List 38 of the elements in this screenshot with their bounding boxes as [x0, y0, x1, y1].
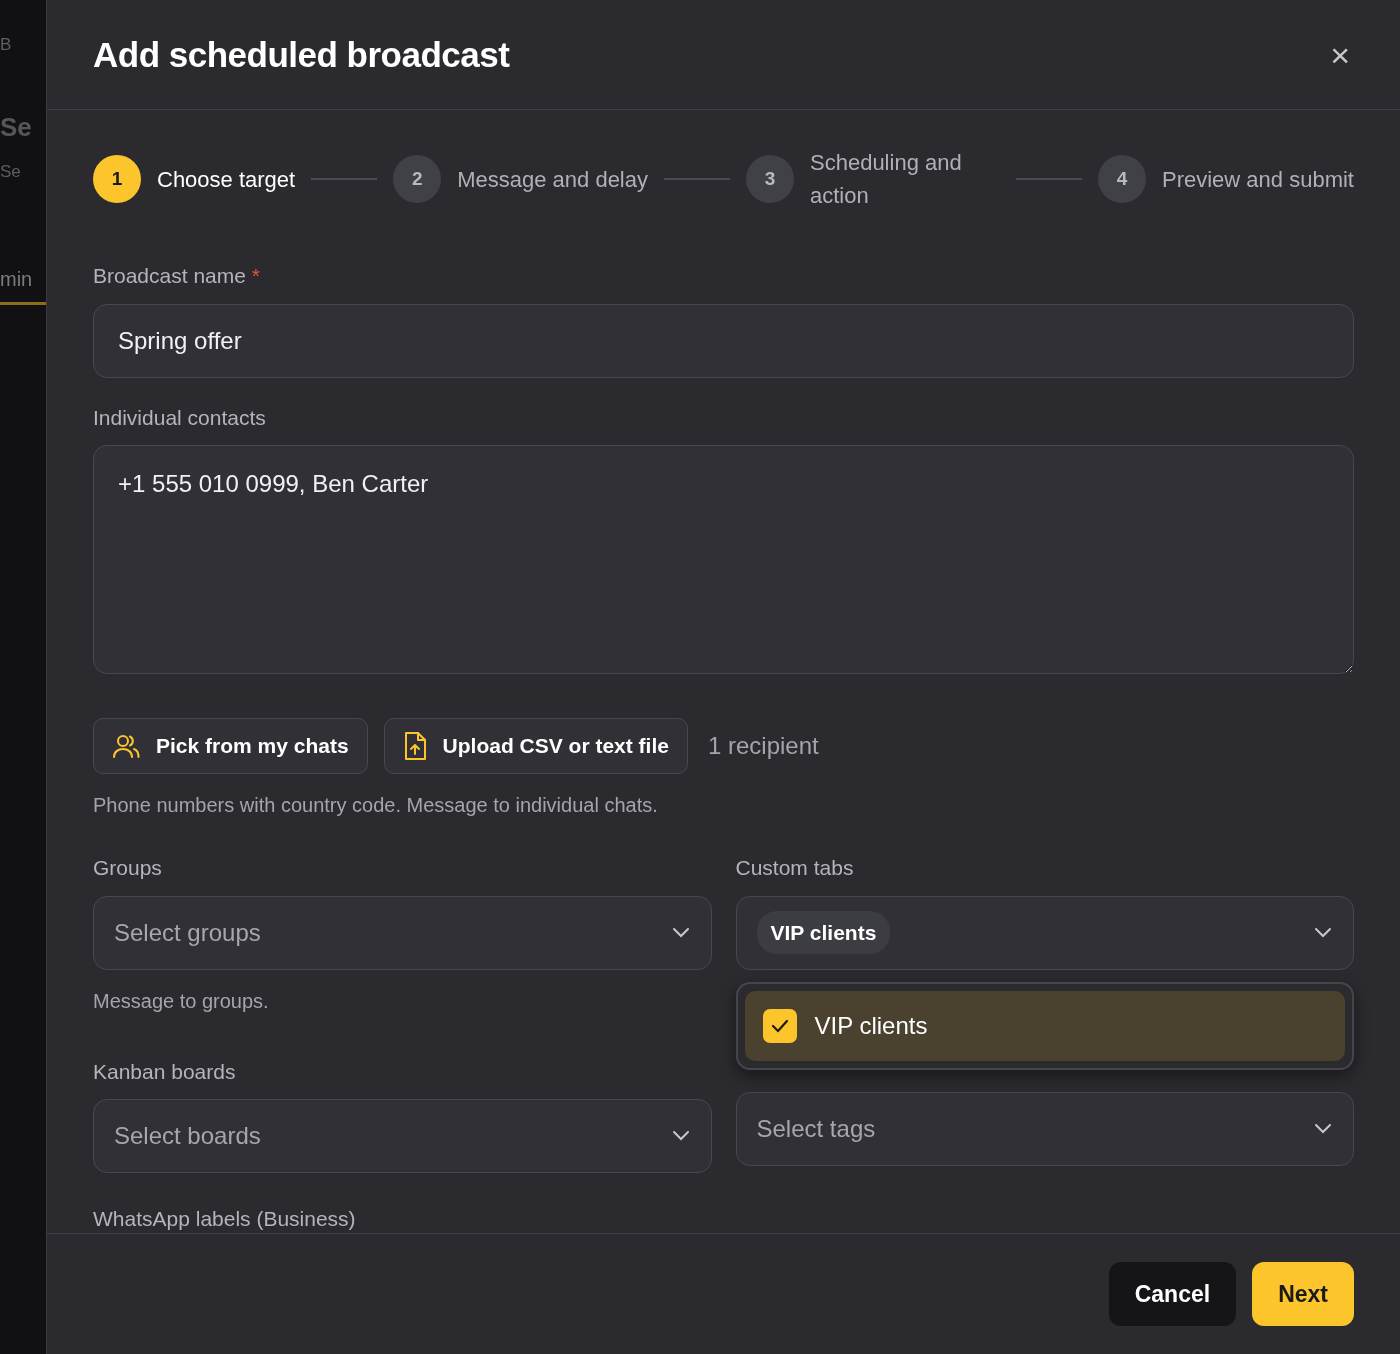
custom-tabs-select[interactable]: VIP clients — [735, 895, 1354, 970]
field-label: Custom tabs — [735, 855, 855, 881]
background-text: Se — [0, 110, 33, 144]
recipient-count: 1 recipient — [707, 731, 819, 761]
field-label: Broadcast name * — [93, 263, 261, 289]
help-text: Phone numbers with country code. Message to individual chats. — [93, 793, 659, 818]
tags-select[interactable]: Select tags — [735, 1091, 1354, 1166]
field-label: Kanban boards — [93, 1058, 237, 1085]
file-upload-icon — [402, 732, 427, 760]
field-label: Groups — [93, 855, 163, 881]
groups-select[interactable]: Select groups — [93, 895, 712, 970]
next-button[interactable]: Next — [1252, 1262, 1354, 1326]
step[interactable]: 3 Scheduling and action — [746, 146, 1000, 212]
boards-select[interactable]: Select boards — [93, 1099, 712, 1173]
broadcast-name-field[interactable]: Spring offer — [93, 303, 1354, 378]
step[interactable]: 1 Choose target — [93, 155, 296, 203]
chevron-down-icon — [1313, 1122, 1333, 1135]
field-label: Individual contacts — [93, 404, 267, 431]
checkbox[interactable] — [762, 1008, 797, 1043]
pick-chats-button[interactable]: Pick from my chats — [93, 718, 368, 774]
background-text: B — [0, 34, 13, 56]
close-button[interactable]: × — [1326, 37, 1354, 72]
help-text: Message to groups. — [93, 988, 270, 1014]
dialog-title: Add scheduled broadcast — [93, 33, 510, 76]
dropdown-option[interactable]: VIP clients — [744, 990, 1345, 1061]
contacts-field[interactable]: +1 555 010 0999, Ben Carter — [93, 445, 1354, 674]
field-label: WhatsApp labels (Business) — [93, 1206, 357, 1232]
step[interactable]: 4 Preview and submit — [1098, 155, 1354, 203]
cancel-button[interactable]: Cancel — [1108, 1262, 1237, 1326]
background-text: Se — [0, 160, 22, 183]
chevron-down-icon — [1313, 926, 1333, 939]
step[interactable]: 2 Message and delay — [393, 155, 648, 203]
upload-file-button[interactable]: Upload CSV or text file — [383, 718, 688, 774]
selected-tag: VIP clients — [756, 910, 891, 955]
people-icon — [112, 733, 140, 759]
chevron-down-icon — [670, 1130, 691, 1142]
chevron-down-icon — [670, 926, 691, 939]
check-icon — [770, 1018, 789, 1033]
